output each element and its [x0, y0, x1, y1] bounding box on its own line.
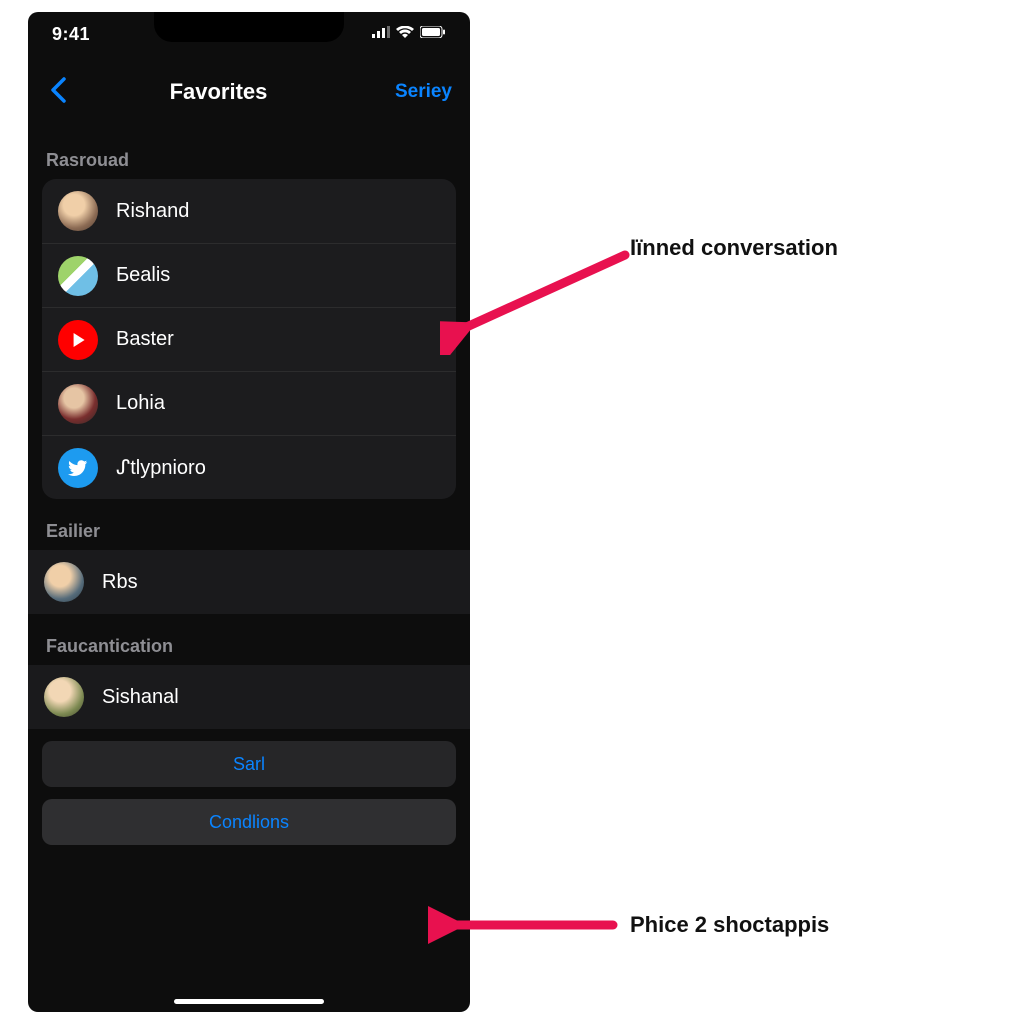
nav-bar: Favorites Seriey — [28, 56, 470, 128]
row-label: Rbs — [102, 571, 138, 594]
avatar — [58, 384, 98, 424]
auth-list: Sishanal — [28, 665, 470, 729]
row-label: Lohia — [116, 392, 165, 415]
status-bar: 9:41 — [28, 12, 470, 56]
section-header-2: Faucantication — [28, 614, 470, 665]
avatar — [44, 562, 84, 602]
annotation-label-2: Phice 2 shoctappis — [630, 912, 829, 938]
secondary-action-button[interactable]: Condlions — [42, 799, 456, 845]
row-label: ᔑtlypnioro — [116, 455, 206, 480]
wifi-icon — [396, 25, 414, 43]
row-label: Rishand — [116, 200, 189, 223]
favorites-card: Rishand Ƃealis Baster Lohia ᔑtlypnioro — [42, 179, 456, 499]
section-header-0: Rasrouad — [28, 128, 470, 179]
avatar — [58, 191, 98, 231]
section-header-1: Eailier — [28, 499, 470, 550]
list-item[interactable]: Sishanal — [28, 665, 470, 729]
notch — [154, 12, 344, 42]
cellular-icon — [372, 25, 390, 43]
nav-action-button[interactable]: Seriey — [395, 81, 452, 103]
row-label: Ƃealis — [116, 264, 170, 287]
youtube-icon — [58, 320, 98, 360]
battery-icon — [420, 25, 446, 43]
phone-frame: 9:41 Favorites Seriey Rasrouad Rishand — [28, 12, 470, 1012]
favorite-row[interactable]: Rishand — [42, 179, 456, 243]
favorite-row[interactable]: Lohia — [42, 371, 456, 435]
twitter-icon — [58, 448, 98, 488]
earlier-list: Rbs — [28, 550, 470, 614]
home-indicator[interactable] — [174, 999, 324, 1004]
avatar — [58, 256, 98, 296]
primary-action-button[interactable]: Sarl — [42, 741, 456, 787]
list-item[interactable]: Rbs — [28, 550, 470, 614]
row-label: Sishanal — [102, 686, 179, 709]
avatar — [44, 677, 84, 717]
annotation-arrow-2 — [428, 905, 618, 945]
favorite-row[interactable]: Ƃealis — [42, 243, 456, 307]
page-title: Favorites — [42, 79, 395, 105]
status-time: 9:41 — [52, 24, 90, 45]
annotation-label-1: Iїnned conversation — [630, 235, 838, 261]
row-label: Baster — [116, 328, 174, 351]
favorite-row[interactable]: ᔑtlypnioro — [42, 435, 456, 499]
status-icons — [372, 25, 446, 43]
annotation-arrow-1 — [440, 235, 640, 355]
favorite-row[interactable]: Baster — [42, 307, 456, 371]
